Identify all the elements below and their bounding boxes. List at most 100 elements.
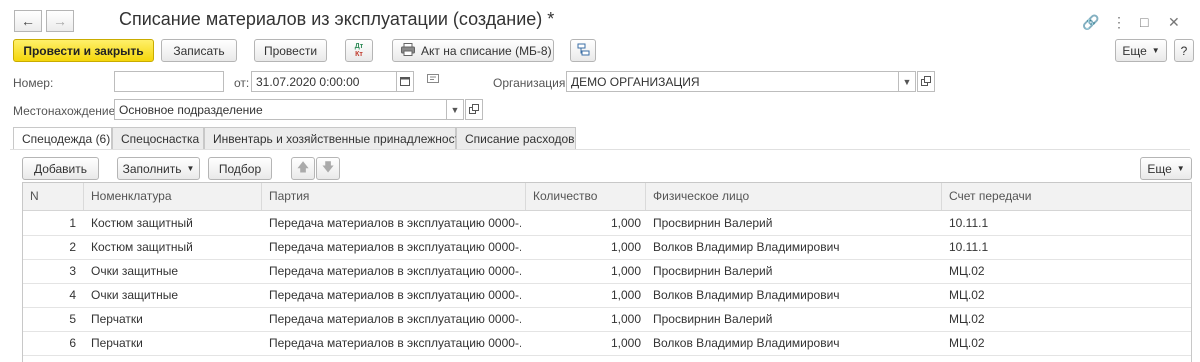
batch-cell: Передача материалов в эксплуатацию 0000-… <box>269 240 521 254</box>
quantity-cell: 1,000 <box>610 288 641 302</box>
organization-dropdown[interactable]: ▼ <box>898 71 916 92</box>
table-row[interactable]: 4 Очки защитные Передача материалов в эксп… <box>23 283 1191 308</box>
move-down-button[interactable]: 🡇 <box>316 157 340 180</box>
arrow-down-icon: 🡇 <box>321 160 335 174</box>
quantity-cell: 1,000 <box>610 264 641 278</box>
arrow-left-icon: ← <box>21 13 35 29</box>
tab-spisanie-rashodov[interactable]: Списание расходов <box>456 127 576 149</box>
batch-cell: Передача материалов в эксплуатацию 0000-… <box>269 216 521 230</box>
location-open-button[interactable] <box>465 99 483 120</box>
table-row[interactable]: 2 Костюм защитный Передача материалов в эк… <box>23 235 1191 260</box>
back-button[interactable]: ← <box>14 10 42 32</box>
quantity-cell: 1,000 <box>610 312 641 326</box>
close-icon[interactable]: ✕ <box>1168 14 1180 31</box>
table-row[interactable]: 1 Костюм защитный Передача материалов в эк… <box>23 211 1191 236</box>
location-field[interactable]: Основное подразделение <box>114 99 447 120</box>
tab-divider <box>10 149 1190 150</box>
location-dropdown[interactable]: ▼ <box>446 99 464 120</box>
more-label: Еще <box>1147 161 1172 176</box>
organization-field[interactable]: ДЕМО ОРГАНИЗАЦИЯ <box>566 71 899 92</box>
account-cell: 10.11.1 <box>949 216 989 230</box>
date-label: от: <box>234 76 250 90</box>
row-number: 4 <box>69 288 76 302</box>
fill-button[interactable]: Заполнить ▼ <box>117 157 200 180</box>
row-number: 2 <box>69 240 76 254</box>
account-cell: МЦ.02 <box>949 312 985 326</box>
row-number: 3 <box>69 264 76 278</box>
nomenclature-cell: Костюм защитный <box>91 216 193 230</box>
table-row[interactable]: 5 Перчатки Передача материалов в эксплуата… <box>23 307 1191 332</box>
structure-button[interactable] <box>570 39 596 62</box>
col-header-qty[interactable]: Количество <box>525 183 645 210</box>
date-field[interactable]: 31.07.2020 0:00:00 <box>251 71 397 92</box>
open-icon <box>469 103 479 116</box>
post-and-close-button[interactable]: Провести и закрыть <box>13 39 154 62</box>
save-button[interactable]: Записать <box>161 39 237 62</box>
organization-label: Организация: <box>493 76 569 90</box>
row-number: 5 <box>69 312 76 326</box>
batch-cell: Передача материалов в эксплуатацию 0000-… <box>269 288 521 302</box>
col-header-n[interactable]: N <box>23 183 83 210</box>
forward-button[interactable]: → <box>46 10 74 32</box>
help-icon: ? <box>1180 43 1188 58</box>
person-cell: Просвирнин Валерий <box>653 216 773 230</box>
dropdown-arrow-icon: ▼ <box>186 164 195 173</box>
quantity-cell: 1,000 <box>610 240 641 254</box>
row-number: 1 <box>69 216 76 230</box>
account-cell: 10.11.1 <box>949 240 989 254</box>
table-more-button[interactable]: Еще ▼ <box>1140 157 1192 180</box>
comment-icon[interactable] <box>427 74 439 88</box>
open-icon <box>921 75 931 88</box>
table-header: N Номенклатура Партия Количество Физичес… <box>23 183 1191 211</box>
help-button[interactable]: ? <box>1174 39 1194 62</box>
table-row[interactable]: 3 Очки защитные Передача материалов в эксп… <box>23 259 1191 284</box>
add-button[interactable]: Добавить <box>22 157 99 180</box>
number-field[interactable] <box>114 71 224 92</box>
nomenclature-cell: Перчатки <box>91 336 143 350</box>
dropdown-arrow-icon: ▼ <box>450 104 460 115</box>
organization-open-button[interactable] <box>917 71 935 92</box>
link-icon[interactable]: 🔗 <box>1082 14 1099 31</box>
account-cell: МЦ.02 <box>949 264 985 278</box>
tab-inventar[interactable]: Инвентарь и хозяйственные принадлежности <box>204 127 467 149</box>
quantity-cell: 1,000 <box>610 216 641 230</box>
table-row[interactable]: 6 Перчатки Передача материалов в эксплуата… <box>23 331 1191 356</box>
person-cell: Волков Владимир Владимирович <box>653 288 840 302</box>
person-cell: Просвирнин Валерий <box>653 264 773 278</box>
arrow-up-icon: 🡅 <box>296 160 310 174</box>
fill-label: Заполнить <box>122 161 182 176</box>
batch-cell: Передача материалов в эксплуатацию 0000-… <box>269 336 521 350</box>
col-header-batch[interactable]: Партия <box>261 183 525 210</box>
nomenclature-cell: Очки защитные <box>91 288 179 302</box>
person-cell: Просвирнин Валерий <box>653 312 773 326</box>
col-header-account[interactable]: Счет передачи <box>941 183 1191 210</box>
move-up-button[interactable]: 🡅 <box>291 157 315 180</box>
more-button[interactable]: Еще ▼ <box>1115 39 1167 62</box>
col-header-item[interactable]: Номенклатура <box>83 183 261 210</box>
number-label: Номер: <box>13 76 54 90</box>
post-button[interactable]: Провести <box>254 39 327 62</box>
select-button[interactable]: Подбор <box>208 157 272 180</box>
print-act-button[interactable]: Акт на списание (МБ-8) <box>392 39 554 62</box>
row-number: 6 <box>69 336 76 350</box>
batch-cell: Передача материалов в эксплуатацию 0000-… <box>269 264 521 278</box>
more-vertical-icon[interactable]: ⋮ <box>1112 14 1126 31</box>
dt-icon: Дт <box>354 42 364 50</box>
person-cell: Волков Владимир Владимирович <box>653 336 840 350</box>
maximize-icon[interactable]: □ <box>1140 14 1148 30</box>
dropdown-arrow-icon: ▼ <box>1151 46 1160 55</box>
nomenclature-cell: Костюм защитный <box>91 240 193 254</box>
calendar-icon <box>400 76 410 88</box>
printer-icon <box>401 42 415 59</box>
account-cell: МЦ.02 <box>949 336 985 350</box>
dt-kt-button[interactable]: Дт Кт <box>345 39 373 62</box>
more-label: Еще <box>1122 43 1147 58</box>
arrow-right-icon: → <box>53 13 67 29</box>
location-label: Местонахождение: <box>13 104 119 118</box>
calendar-button[interactable] <box>396 71 414 92</box>
dropdown-arrow-icon: ▼ <box>902 76 912 87</box>
tab-specosnastka[interactable]: Спецоснастка <box>112 127 204 149</box>
col-header-person[interactable]: Физическое лицо <box>645 183 941 210</box>
quantity-cell: 1,000 <box>610 336 641 350</box>
tab-specodezhda[interactable]: Спецодежда (6) <box>13 127 112 150</box>
